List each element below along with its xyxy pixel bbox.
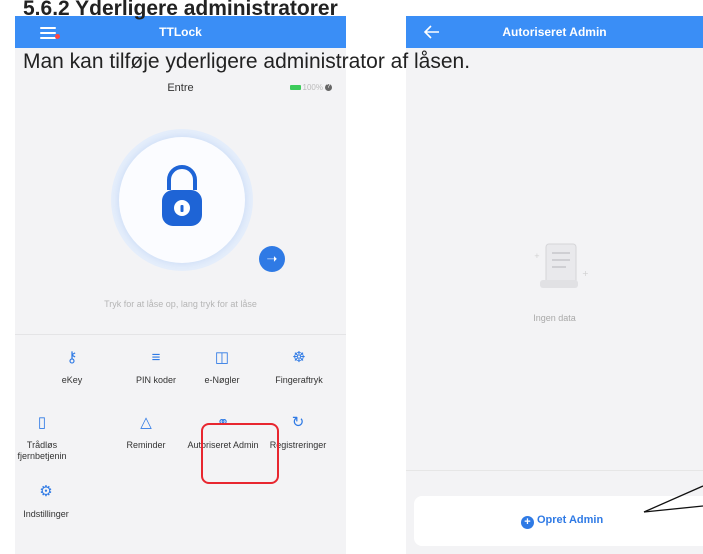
- section-body-text: Man kan tilføje yderligere administrator…: [23, 50, 471, 73]
- section-heading: 5.6.2 Yderligere administratorer: [23, 0, 338, 20]
- annotation-arrow: [643, 485, 703, 513]
